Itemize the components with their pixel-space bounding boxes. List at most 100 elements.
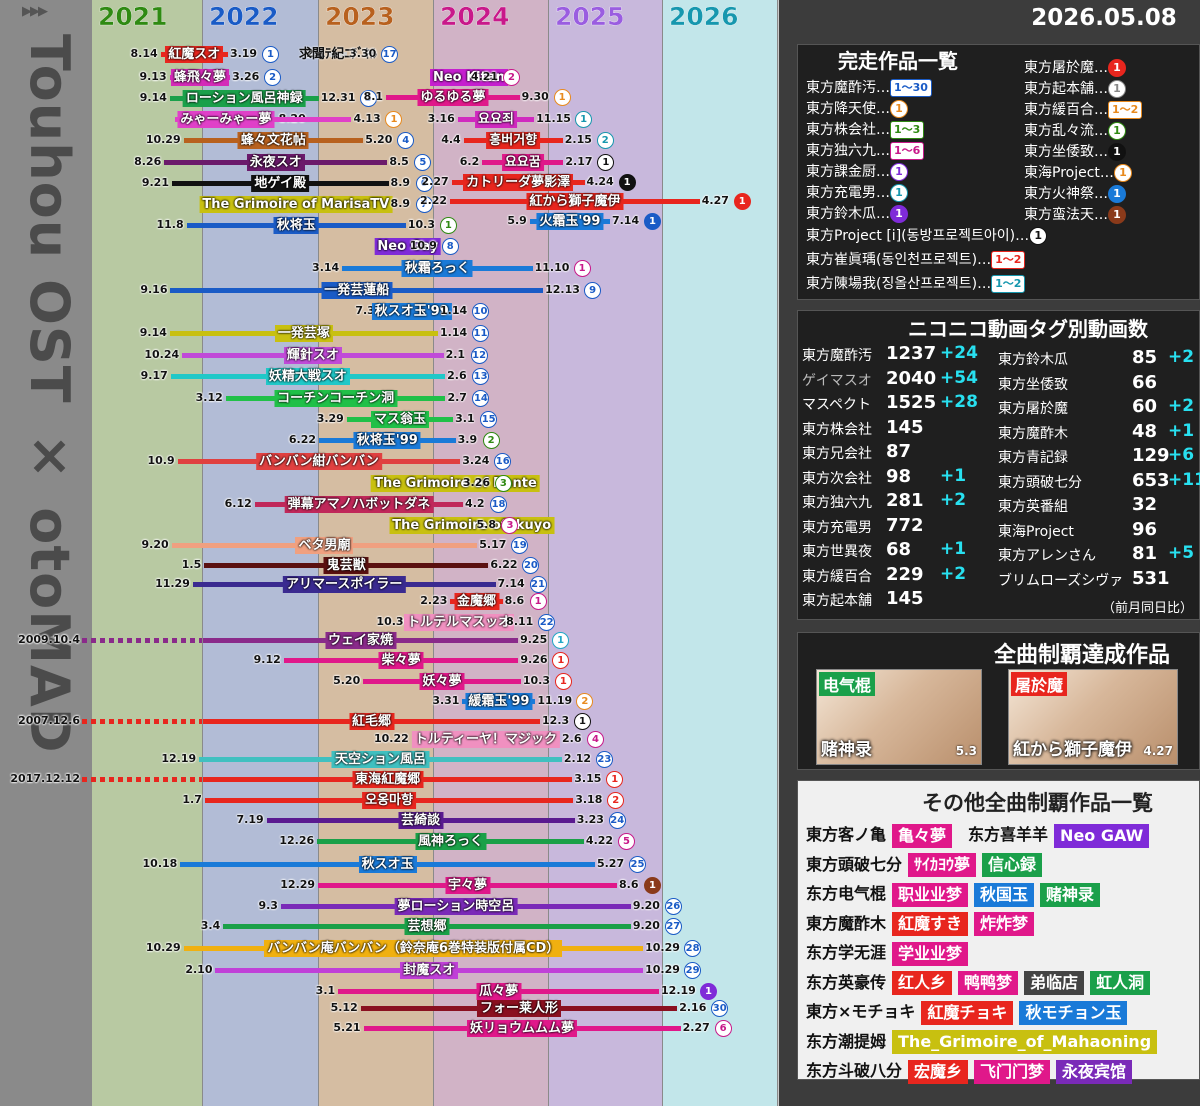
nico-increase: +2 <box>1168 396 1195 416</box>
end-date-label: 4.13 <box>353 112 381 125</box>
work-title: 秋霜ろっく <box>401 260 473 277</box>
nico-increase: +2 <box>940 490 967 510</box>
year-band-2026 <box>663 0 778 1106</box>
work-title: 妖々夢 <box>419 673 465 690</box>
completed-panel: 完走作品一覧 東方魔酢汚… 1～30 東方降天使… 1 東方株会社… 1～3 東方独六九… 1… <box>797 44 1200 300</box>
other-series-row: 東方頭破七分 ｻｲｶﾖｳ夢 信心録 <box>806 851 1043 877</box>
nico-tag-row: 東方兄会社 87 <box>802 441 992 465</box>
end-date-label: 7.14 <box>497 577 525 590</box>
start-date-label: 3.31 <box>432 694 460 707</box>
start-date-label: 9.21 <box>141 176 169 189</box>
start-date-label: 2.10 <box>185 963 213 976</box>
year-label-2025: 2025 <box>555 2 625 31</box>
work-title: ウェイ家焼 <box>325 632 397 649</box>
start-date-label: 10.22 <box>373 732 409 745</box>
completed-name: 東方鈴木瓜… <box>806 206 890 222</box>
start-date-label: 10.18 <box>142 857 178 870</box>
completed-item: 東方独六九… 1～6 <box>806 140 925 160</box>
end-date-label: 3.30 <box>349 47 377 60</box>
completed-name: 東方崔眞瑀(동인천프로젝트)… <box>806 252 992 268</box>
nico-tag-row: マスペクト 1525 +28 <box>802 392 992 416</box>
end-date-label: 10.3 <box>522 674 550 687</box>
end-date-label: 3.15 <box>574 772 602 785</box>
other-series-row: 东方电气棍 职业业梦 秋国玉 赌神录 <box>806 880 1101 907</box>
nico-title: ニコニコ動画タグ別動画数 <box>908 317 1148 341</box>
work-title: 夢ローション時空呂 <box>394 898 518 915</box>
episode-number-badge: 1 <box>529 593 547 610</box>
end-date-label: 10.3 <box>407 218 435 231</box>
work-title: 妖リョウムムム夢 <box>467 1020 578 1037</box>
work-tag: 紅魔チョキ <box>921 1000 1014 1025</box>
completed-name: 東方起本舗… <box>1024 81 1108 97</box>
start-date-label: 10.9 <box>147 454 175 467</box>
start-date-label: 3.1 <box>315 984 336 997</box>
series-name: 东方斗破八分 <box>806 1061 903 1080</box>
conquest-caption: 赌神录 <box>821 740 872 760</box>
start-date-label: 3.14 <box>312 261 340 274</box>
conquest-date: 5.3 <box>955 744 977 758</box>
work-title: カトリーダ夢影澤 <box>463 174 574 191</box>
end-date-label: 8.11 <box>506 615 534 628</box>
other-series-row: 東方魔酢木 紅魔すき 炸炸梦 <box>806 910 1035 936</box>
start-date-label: 5.21 <box>333 1021 361 1034</box>
start-date-label: 8.14 <box>130 47 158 60</box>
end-date-label: 5.20 <box>365 133 393 146</box>
nico-count: 1237 <box>886 343 937 364</box>
end-date-label: 7.14 <box>611 214 640 227</box>
end-date-label: 8.5 <box>389 155 409 168</box>
nico-count: 98 <box>886 465 912 487</box>
start-date-label: 6.22 <box>288 433 316 446</box>
nico-tag: ブリムローズシヴァ <box>998 572 1124 589</box>
work-title: 秋将玉'99 <box>353 432 421 449</box>
nico-tag: 東方起本舗 <box>802 593 872 609</box>
start-date-label: 10.29 <box>145 941 181 954</box>
nico-count: 96 <box>1132 518 1158 540</box>
nico-tag: 東方魔酢木 <box>998 425 1068 442</box>
nico-tag-row: 東方鈴木瓜 85 +2 <box>998 347 1198 371</box>
completed-item: 東方魔酢汚… 1～30 <box>806 77 932 97</box>
work-title: 金魔郷 <box>453 593 500 610</box>
end-date-label: 11.19 <box>537 694 573 707</box>
episode-number-badge: 4 <box>587 731 605 748</box>
episode-number-badge: 1 <box>553 89 571 106</box>
episode-number-badge: 2 <box>482 432 500 449</box>
completed-item: 東方緩百合… 1～2 <box>1024 99 1143 119</box>
work-tag: 信心録 <box>982 853 1043 877</box>
episode-number-badge: 9 <box>584 282 602 299</box>
nico-tag: 東方次会社 <box>802 470 872 487</box>
nico-tag-row: 東方起本舗 145 <box>802 588 992 612</box>
work-title: 요요꿈 <box>501 154 544 171</box>
work-title: 芸綺談 <box>398 812 444 829</box>
timeline-lead-dash <box>82 638 202 643</box>
start-date-label: 7.19 <box>236 813 264 826</box>
end-date-label: 2.7 <box>447 391 467 404</box>
nico-count: 1525 <box>886 392 937 413</box>
work-tag: 职业业梦 <box>892 882 969 907</box>
completed-item: 東方課金厨… 1 <box>806 161 908 181</box>
work-title: 오옹마향 <box>362 792 416 809</box>
work-title: 瓜々夢 <box>476 983 522 1000</box>
nico-tag-row: 東方独六九 281 +2 <box>802 490 992 514</box>
end-date-label: 5.27 <box>596 857 625 870</box>
start-date-label: 9.13 <box>139 70 167 83</box>
start-date-label: 3.4 <box>200 919 221 932</box>
other-series-row: 东方潮提姆 The_Grimoire_of_Mahaoning <box>806 1028 1158 1054</box>
episode-number-badge: 26 <box>664 898 682 915</box>
work-tag: The_Grimoire_of_Mahaoning <box>892 1030 1158 1054</box>
start-date-label: 5.20 <box>333 674 361 687</box>
series-name: 东方潮提姆 <box>806 1031 887 1051</box>
work-title: 東海紅魔郷 <box>352 771 424 788</box>
episode-number-badge: 17 <box>381 46 399 63</box>
completed-name: 東方降天使… <box>806 101 890 117</box>
start-date-label: 11.8 <box>156 218 184 231</box>
start-date-label: 10.24 <box>144 348 180 361</box>
work-title: 妖精大戦スオ <box>265 368 350 385</box>
end-date-label: 2.17 <box>565 155 593 168</box>
nico-count: 68 <box>886 539 912 560</box>
timeline-lead-dash <box>82 777 202 782</box>
nico-increase: +1 <box>1168 420 1195 441</box>
completed-item: 東方充電男… 1 <box>806 182 908 202</box>
conquest-panel: 全曲制覇達成作品 电气棍 赌神录 5.3 屠於魔 紅から獅子魔伊 4.27 <box>797 632 1200 770</box>
nico-tag: 東海Project <box>998 523 1074 540</box>
nico-tag: 東方魔酢汚 <box>802 348 872 364</box>
